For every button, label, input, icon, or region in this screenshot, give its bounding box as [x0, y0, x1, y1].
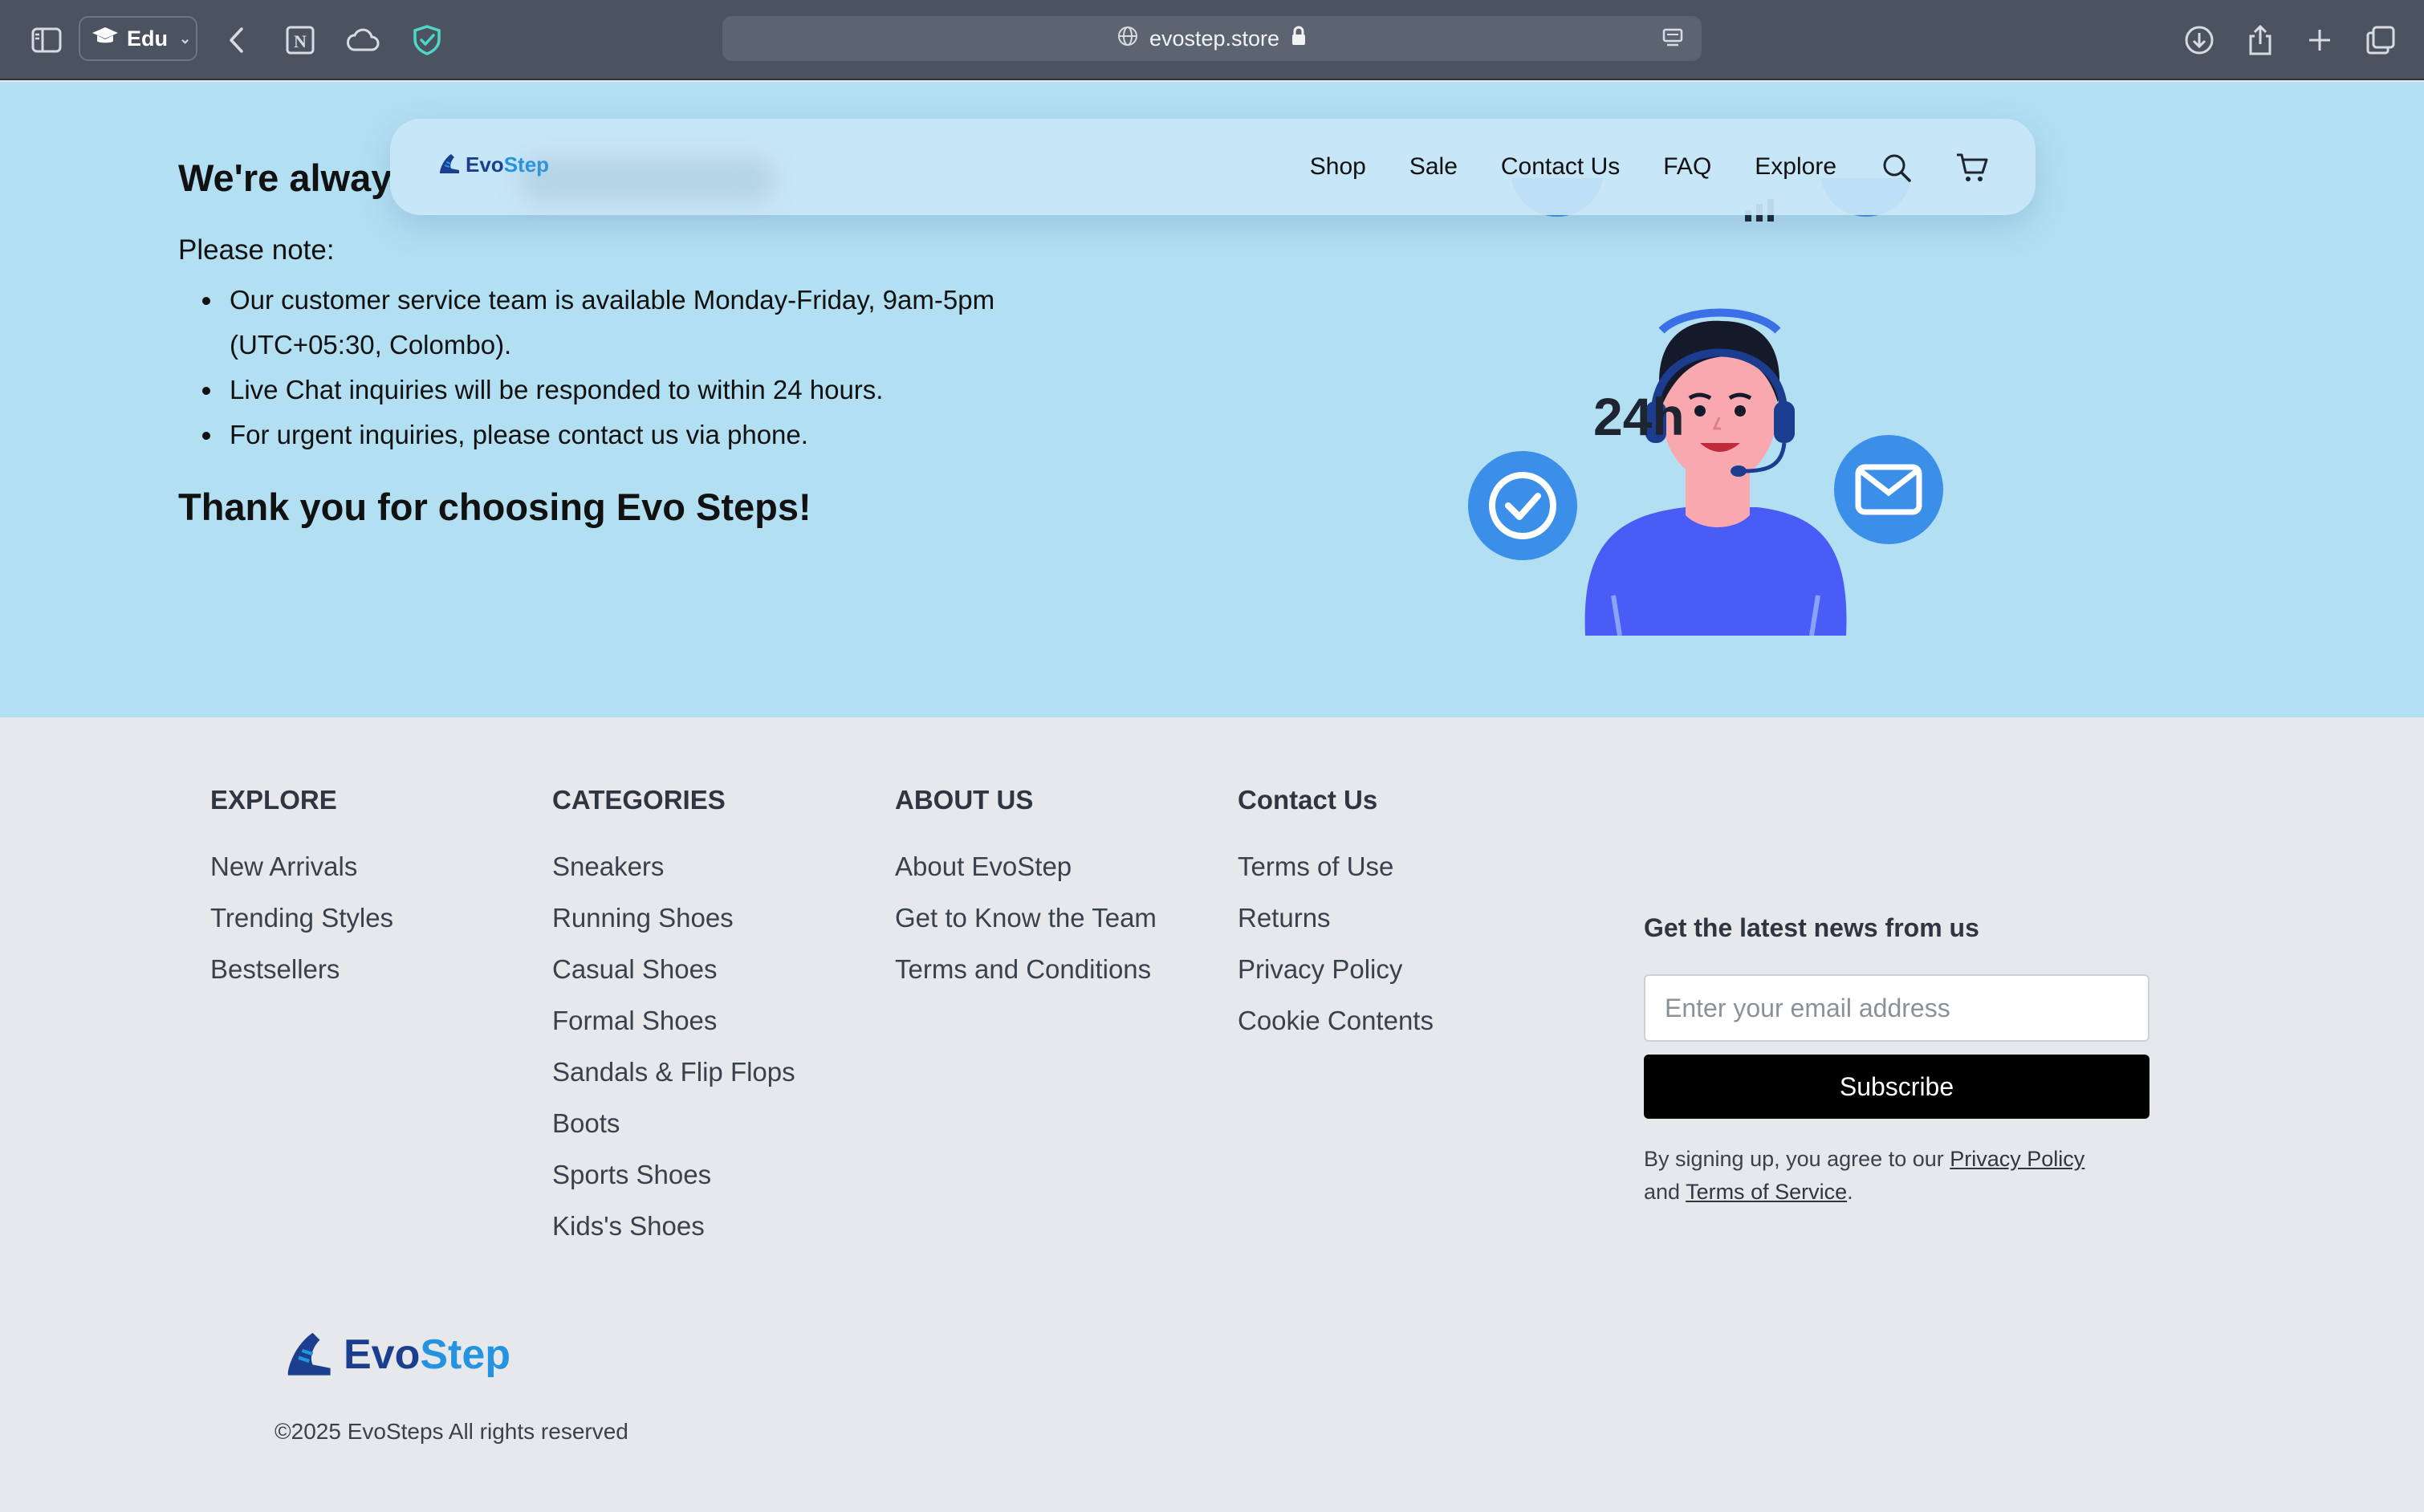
footer-link[interactable]: Get to Know the Team [895, 902, 1157, 953]
footer-link[interactable]: Cookie Contents [1238, 1005, 1434, 1056]
footer-link[interactable]: Formal Shoes [552, 1005, 795, 1056]
footer-link[interactable]: Sneakers [552, 851, 795, 902]
footer-link[interactable]: Boots [552, 1108, 795, 1159]
download-icon[interactable] [2177, 18, 2222, 63]
cart-icon[interactable] [1952, 148, 1992, 188]
privacy-policy-link[interactable]: Privacy Policy [1950, 1147, 2084, 1171]
profile-label: Edu [127, 26, 168, 51]
footer-link[interactable]: Privacy Policy [1238, 953, 1434, 1005]
footer-link[interactable]: Sports Shoes [552, 1159, 795, 1210]
contact-hero-section: We're alway Please note: Our customer se… [0, 82, 2424, 717]
share-icon[interactable] [2238, 18, 2283, 63]
tab-overview-icon[interactable] [2358, 18, 2403, 63]
nav-link-shop[interactable]: Shop [1310, 153, 1366, 181]
footer-column-explore: EXPLORE New Arrivals Trending Styles Bes… [210, 785, 393, 1005]
footer-link[interactable]: Terms of Use [1238, 851, 1434, 902]
note-list: Our customer service team is available M… [178, 278, 1061, 457]
footer-link[interactable]: Bestsellers [210, 953, 393, 1005]
footer-heading: CATEGORIES [552, 785, 726, 815]
running-shoe-logo-icon [281, 1326, 334, 1383]
search-icon[interactable] [1877, 148, 1917, 188]
footer-link[interactable]: About EvoStep [895, 851, 1157, 902]
logo-text-step: Step [420, 1331, 511, 1378]
copyright-text: ©2025 EvoSteps All rights reserved [275, 1419, 628, 1444]
svg-text:N: N [294, 31, 307, 51]
footer-link[interactable]: Trending Styles [210, 902, 393, 953]
profile-switcher-button[interactable]: Edu ⌄ [79, 16, 197, 61]
running-shoe-logo-icon [437, 151, 461, 179]
list-item: Our customer service team is available M… [178, 278, 1061, 368]
legal-and: and [1644, 1180, 1686, 1204]
browser-toolbar: Edu ⌄ N evostep.store [0, 0, 2424, 80]
footer-heading: ABOUT US [895, 785, 1034, 815]
footer-column-about-us: ABOUT US About EvoStep Get to Know the T… [895, 785, 1157, 1005]
sidebar-toggle-icon[interactable] [24, 18, 69, 63]
blurred-backdrop [519, 157, 775, 202]
nav-link-explore[interactable]: Explore [1755, 153, 1836, 181]
site-footer: EXPLORE New Arrivals Trending Styles Bes… [0, 717, 2424, 1512]
main-navbar: Evo Step Shop Sale Contact Us FAQ Explore [390, 119, 2036, 215]
footer-column-categories: CATEGORIES Sneakers Running Shoes Casual… [552, 785, 795, 1262]
nav-link-faq[interactable]: FAQ [1663, 153, 1711, 181]
new-tab-plus-icon[interactable] [2297, 18, 2342, 63]
newsletter-legal-text: By signing up, you agree to our Privacy … [1644, 1143, 2158, 1209]
logo-text-evo: Evo [344, 1331, 421, 1378]
lock-icon [1291, 26, 1307, 52]
graduation-cap-icon [92, 26, 119, 52]
footer-column-contact-us: Contact Us Terms of Use Returns Privacy … [1238, 785, 1434, 1056]
illustration-24h-label: 24h [1593, 387, 1685, 446]
subscribe-button[interactable]: Subscribe [1644, 1055, 2149, 1119]
nav-link-sale[interactable]: Sale [1409, 153, 1458, 181]
reader-mode-icon[interactable] [1661, 27, 1684, 55]
newsletter-email-input[interactable] [1644, 974, 2149, 1042]
list-item: Live Chat inquiries will be responded to… [178, 368, 1061, 413]
note-label: Please note: [178, 234, 335, 266]
customer-support-illustration: 24h [1445, 124, 1958, 660]
cloud-icon[interactable] [340, 18, 385, 63]
footer-link[interactable]: Kids's Shoes [552, 1210, 795, 1262]
chevron-down-icon: ⌄ [179, 30, 192, 47]
footer-link[interactable]: Sandals & Flip Flops [552, 1056, 795, 1108]
footer-link[interactable]: Returns [1238, 902, 1434, 953]
list-item: For urgent inquiries, please contact us … [178, 413, 1061, 457]
footer-link[interactable]: Running Shoes [552, 902, 795, 953]
footer-link[interactable]: New Arrivals [210, 851, 393, 902]
footer-link[interactable]: Casual Shoes [552, 953, 795, 1005]
newsletter-title: Get the latest news from us [1644, 913, 1979, 942]
nav-links: Shop Sale Contact Us FAQ Explore [1310, 119, 1836, 215]
footer-logo[interactable]: Evo Step [281, 1326, 510, 1383]
legal-prefix: By signing up, you agree to our [1644, 1147, 1950, 1171]
back-arrow-icon[interactable] [214, 18, 258, 63]
address-bar[interactable]: evostep.store [722, 16, 1702, 61]
footer-heading: EXPLORE [210, 785, 337, 815]
terms-of-service-link[interactable]: Terms of Service [1686, 1180, 1847, 1204]
nav-link-contact-us[interactable]: Contact Us [1501, 153, 1620, 181]
legal-suffix: . [1847, 1180, 1853, 1204]
url-text: evostep.store [1149, 26, 1280, 51]
shield-check-icon[interactable] [405, 18, 449, 63]
globe-icon [1117, 26, 1138, 52]
footer-heading: Contact Us [1238, 785, 1378, 815]
thank-you-heading: Thank you for choosing Evo Steps! [178, 486, 811, 528]
notion-icon[interactable]: N [278, 18, 323, 63]
footer-link[interactable]: Terms and Conditions [895, 953, 1157, 1005]
logo-text-evo: Evo [466, 152, 504, 177]
hero-title: We're alway [178, 156, 392, 199]
